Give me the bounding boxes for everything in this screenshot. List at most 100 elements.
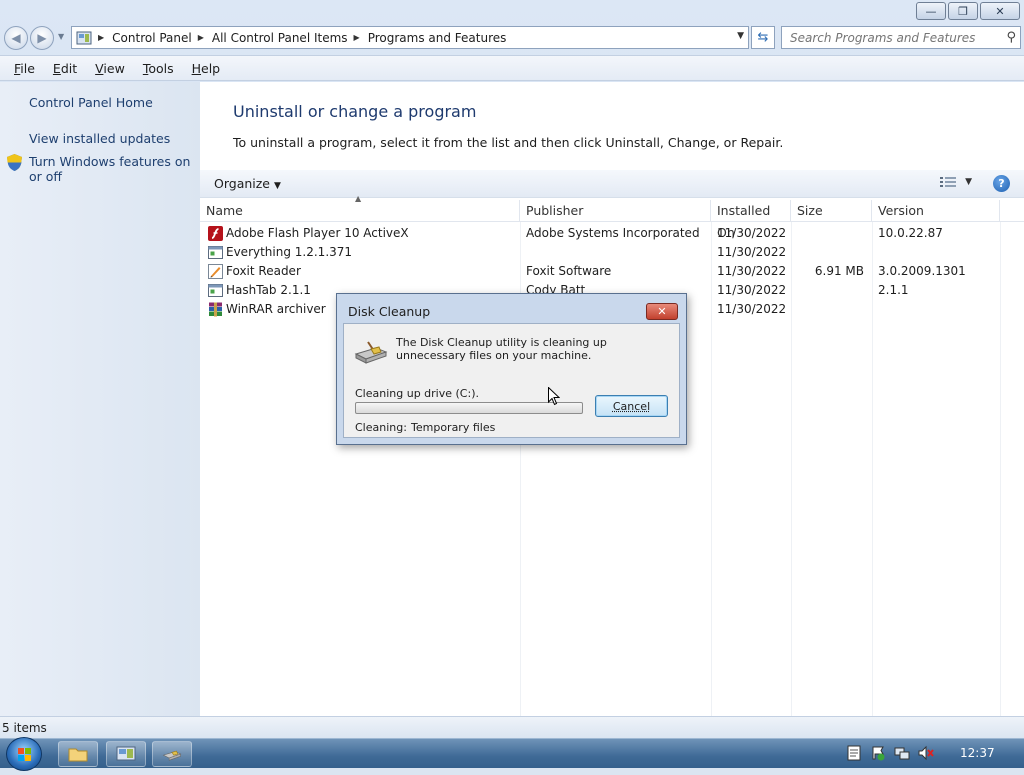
back-button[interactable]: ◀: [4, 26, 28, 50]
tasks-pane: Control Panel Home View installed update…: [0, 82, 200, 716]
winrar-icon: [208, 302, 223, 317]
search-box[interactable]: ⚲: [781, 26, 1021, 49]
page-subtitle: To uninstall a program, select it from t…: [233, 135, 783, 150]
program-size: [797, 224, 864, 243]
program-installed-on: 11/30/2022: [717, 224, 786, 243]
search-input[interactable]: [790, 31, 990, 45]
disk-cleanup-icon: [354, 338, 388, 366]
control-panel-home-link[interactable]: Control Panel Home: [29, 95, 153, 110]
forward-arrow-icon: ▶: [37, 31, 46, 45]
breadcrumb-programs-features[interactable]: Programs and Features: [368, 31, 507, 45]
menu-bar: File Edit View Tools Help: [0, 55, 1024, 81]
menu-file[interactable]: File: [12, 59, 37, 78]
breadcrumb-all-items[interactable]: All Control Panel Items: [212, 31, 348, 45]
close-button[interactable]: ✕: [980, 2, 1020, 20]
back-arrow-icon: ◀: [11, 31, 20, 45]
column-header-version[interactable]: Version: [872, 200, 1000, 222]
organize-button[interactable]: Organize ▼: [214, 176, 281, 191]
dialog-close-button[interactable]: ✕: [646, 303, 678, 320]
windows-logo-icon: [7, 738, 43, 772]
cleaning-status-label: Cleaning:: [355, 421, 407, 434]
program-installed-on: 11/30/2022: [717, 300, 786, 319]
program-name: Foxit Reader: [226, 262, 301, 281]
network-icon[interactable]: [894, 745, 910, 761]
generic-program-icon: [208, 283, 223, 298]
organize-dropdown-icon: ▼: [274, 181, 281, 191]
flash-icon: [208, 226, 223, 241]
program-version: 10.0.22.87: [878, 224, 943, 243]
taskbar-control-panel-button[interactable]: [106, 741, 146, 767]
view-options-button[interactable]: [940, 176, 956, 191]
system-tray: [846, 745, 934, 761]
address-bar[interactable]: ▶ Control Panel ▶ All Control Panel Item…: [71, 26, 749, 49]
close-icon: ✕: [657, 305, 666, 318]
program-version: 2.1.1: [878, 281, 909, 300]
table-row[interactable]: Foxit Reader Foxit Software 11/30/2022 6…: [200, 262, 1024, 281]
taskbar-explorer-button[interactable]: [58, 741, 98, 767]
column-header-size[interactable]: Size: [791, 200, 872, 222]
program-size: [797, 243, 864, 262]
refresh-icon: ⇆: [758, 30, 769, 45]
program-installed-on: 11/30/2022: [717, 262, 786, 281]
control-panel-icon: [116, 746, 136, 762]
program-size: [797, 300, 864, 319]
folder-icon: [68, 746, 88, 762]
cancel-button[interactable]: Cancel: [595, 395, 668, 417]
program-installed-on: 11/30/2022: [717, 243, 786, 262]
menu-view[interactable]: View: [93, 59, 127, 78]
control-panel-icon: [76, 31, 92, 45]
table-header: Name ▲ Publisher Installed On Size Versi…: [200, 200, 1024, 222]
breadcrumb-separator[interactable]: ▶: [198, 33, 204, 42]
maximize-button[interactable]: ❐: [948, 2, 978, 20]
start-button[interactable]: [6, 737, 42, 771]
minimize-button[interactable]: —: [916, 2, 946, 20]
refresh-button[interactable]: ⇆: [751, 26, 775, 49]
dialog-title: Disk Cleanup: [348, 304, 430, 319]
menu-edit[interactable]: Edit: [51, 59, 79, 78]
recent-pages-dropdown[interactable]: ▼: [58, 32, 64, 41]
address-dropdown-icon[interactable]: ▼: [737, 31, 744, 41]
windows-features-link[interactable]: Turn Windows features on or off: [29, 154, 194, 184]
item-count: 5 items: [2, 721, 47, 735]
volume-muted-icon[interactable]: [918, 745, 934, 761]
column-header-publisher[interactable]: Publisher: [520, 200, 711, 222]
shield-icon: [7, 154, 22, 171]
disk-cleanup-dialog: Disk Cleanup ✕ The Disk Cleanup utility …: [336, 293, 687, 445]
breadcrumb-separator[interactable]: ▶: [354, 33, 360, 42]
page-title: Uninstall or change a program: [233, 102, 476, 121]
notes-icon[interactable]: [846, 745, 862, 761]
column-header-name[interactable]: Name: [200, 200, 520, 222]
table-row[interactable]: Adobe Flash Player 10 ActiveX Adobe Syst…: [200, 224, 1024, 243]
program-name: Everything 1.2.1.371: [226, 243, 352, 262]
breadcrumb-separator[interactable]: ▶: [98, 33, 104, 42]
navigation-bar: ◀ ▶ ▼ ▶ Control Panel ▶ All Control Pane…: [0, 24, 1024, 52]
search-icon[interactable]: ⚲: [1006, 30, 1016, 45]
menu-help[interactable]: Help: [190, 59, 223, 78]
mouse-cursor-icon: [548, 387, 560, 406]
help-icon[interactable]: ?: [993, 175, 1010, 192]
program-publisher: Adobe Systems Incorporated: [526, 224, 700, 243]
details-view-icon: [940, 176, 956, 188]
program-size: 6.91 MB: [797, 262, 864, 281]
status-bar: 5 items: [0, 716, 1024, 738]
column-header-installed-on[interactable]: Installed On: [711, 200, 791, 222]
program-name: Adobe Flash Player 10 ActiveX: [226, 224, 409, 243]
taskbar-disk-cleanup-button[interactable]: [152, 741, 192, 767]
dialog-body: The Disk Cleanup utility is cleaning up …: [343, 323, 680, 438]
view-dropdown-icon[interactable]: ▼: [965, 177, 972, 187]
dialog-message: The Disk Cleanup utility is cleaning up …: [396, 336, 676, 362]
view-installed-updates-link[interactable]: View installed updates: [29, 131, 170, 146]
table-row[interactable]: Everything 1.2.1.371 11/30/2022: [200, 243, 1024, 262]
action-center-icon[interactable]: [870, 745, 886, 761]
caption-buttons: — ❐ ✕: [916, 2, 1020, 20]
cleaning-drive-label: Cleaning up drive (C:).: [355, 387, 479, 400]
forward-button[interactable]: ▶: [30, 26, 54, 50]
breadcrumb-control-panel[interactable]: Control Panel: [112, 31, 192, 45]
disk-cleanup-icon: [162, 746, 182, 762]
menu-tools[interactable]: Tools: [141, 59, 176, 78]
taskbar: 12:37: [0, 738, 1024, 768]
taskbar-clock[interactable]: 12:37: [960, 746, 995, 760]
program-installed-on: 11/30/2022: [717, 281, 786, 300]
sort-ascending-icon: ▲: [355, 194, 361, 203]
foxit-icon: [208, 264, 223, 279]
